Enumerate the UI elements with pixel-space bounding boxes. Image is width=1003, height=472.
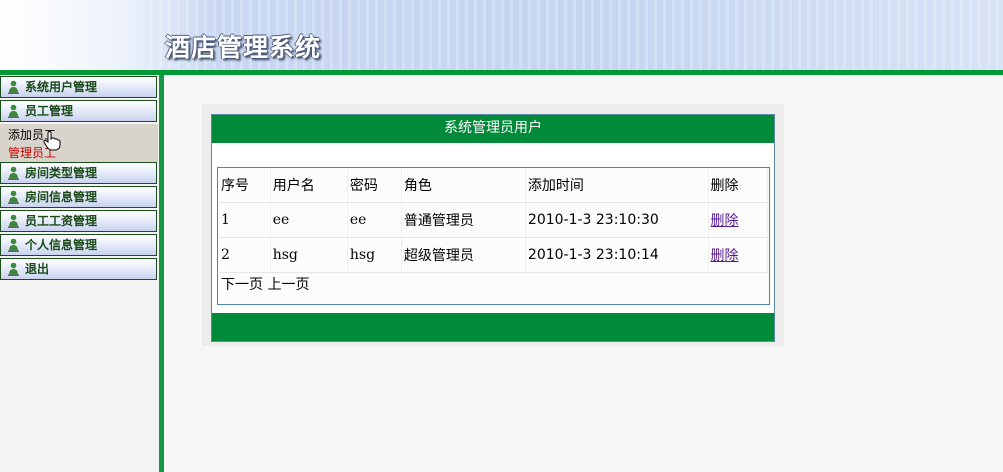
sidebar-item-profile[interactable]: 个人信息管理 — [0, 234, 157, 256]
cell-role: 普通管理员 — [401, 202, 526, 238]
pagination: 下一页 上一页 — [221, 274, 309, 296]
prev-page-link[interactable]: 上一页 — [267, 277, 309, 293]
users-table: 序号 用户名 密码 角色 添加时间 删除 1 ee ee 普通管理员 2010-… — [219, 168, 769, 273]
cell-delete: 删除 — [708, 237, 769, 273]
delete-link[interactable]: 删除 — [711, 213, 739, 229]
user-icon — [8, 238, 19, 252]
sidebar-item-room-types[interactable]: 房间类型管理 — [0, 162, 157, 184]
cell-username: ee — [270, 202, 348, 238]
cell-index: 1 — [219, 202, 271, 238]
column-header-password: 密码 — [347, 168, 402, 203]
sidebar-item-label: 员工工资管理 — [25, 214, 98, 228]
sidebar-item-label: 房间类型管理 — [25, 166, 98, 180]
cell-username: hsg — [270, 237, 348, 273]
user-icon — [8, 104, 19, 118]
cell-password: ee — [347, 202, 402, 238]
user-icon — [8, 80, 19, 94]
admin-users-panel: 系统管理员用户 序号 用户名 密码 角色 添加时间 删除 1 ee ee 普通管… — [211, 114, 775, 342]
app-header: 酒店管理系统 — [0, 0, 1003, 70]
column-header-delete: 删除 — [708, 168, 769, 203]
sidebar-item-salary[interactable]: 员工工资管理 — [0, 210, 157, 232]
sidebar-item-label: 个人信息管理 — [25, 238, 98, 252]
sidebar-item-system-users[interactable]: 系统用户管理 — [0, 76, 157, 98]
user-icon — [8, 262, 19, 276]
user-icon — [8, 214, 19, 228]
cell-index: 2 — [219, 237, 271, 273]
panel-title: 系统管理员用户 — [212, 115, 774, 143]
cell-added-time: 2010-1-3 23:10:30 — [525, 202, 709, 238]
sidebar-item-label: 房间信息管理 — [25, 190, 98, 204]
column-header-username: 用户名 — [270, 168, 348, 203]
cell-added-time: 2010-1-3 23:10:14 — [525, 237, 709, 273]
user-icon — [8, 190, 19, 204]
sidebar-item-label: 系统用户管理 — [25, 80, 98, 94]
table-row: 2 hsg hsg 超级管理员 2010-1-3 23:10:14 删除 — [219, 237, 769, 273]
app-title: 酒店管理系统 — [165, 33, 322, 62]
panel-footer — [212, 313, 774, 341]
sidebar-item-label: 员工管理 — [25, 104, 74, 118]
sidebar-divider — [159, 75, 164, 472]
sidebar-item-logout[interactable]: 退出 — [0, 258, 157, 280]
column-header-role: 角色 — [401, 168, 526, 203]
staff-submenu: 添加员工 管理员工 — [0, 124, 158, 162]
cell-role: 超级管理员 — [401, 237, 526, 273]
sidebar-item-staff[interactable]: 员工管理 — [0, 100, 157, 122]
sidebar-item-room-info[interactable]: 房间信息管理 — [0, 186, 157, 208]
column-header-added-time: 添加时间 — [525, 168, 709, 203]
delete-link[interactable]: 删除 — [711, 248, 739, 264]
table-header-row: 序号 用户名 密码 角色 添加时间 删除 — [219, 168, 769, 203]
sidebar-item-label: 退出 — [25, 262, 50, 276]
mouse-pointer-icon — [43, 130, 61, 151]
cell-password: hsg — [347, 237, 402, 273]
user-icon — [8, 166, 19, 180]
table-row: 1 ee ee 普通管理员 2010-1-3 23:10:30 删除 — [219, 202, 769, 238]
cell-delete: 删除 — [708, 202, 769, 238]
users-table-container: 序号 用户名 密码 角色 添加时间 删除 1 ee ee 普通管理员 2010-… — [217, 167, 770, 305]
column-header-index: 序号 — [219, 168, 271, 203]
next-page-link[interactable]: 下一页 — [221, 277, 263, 293]
